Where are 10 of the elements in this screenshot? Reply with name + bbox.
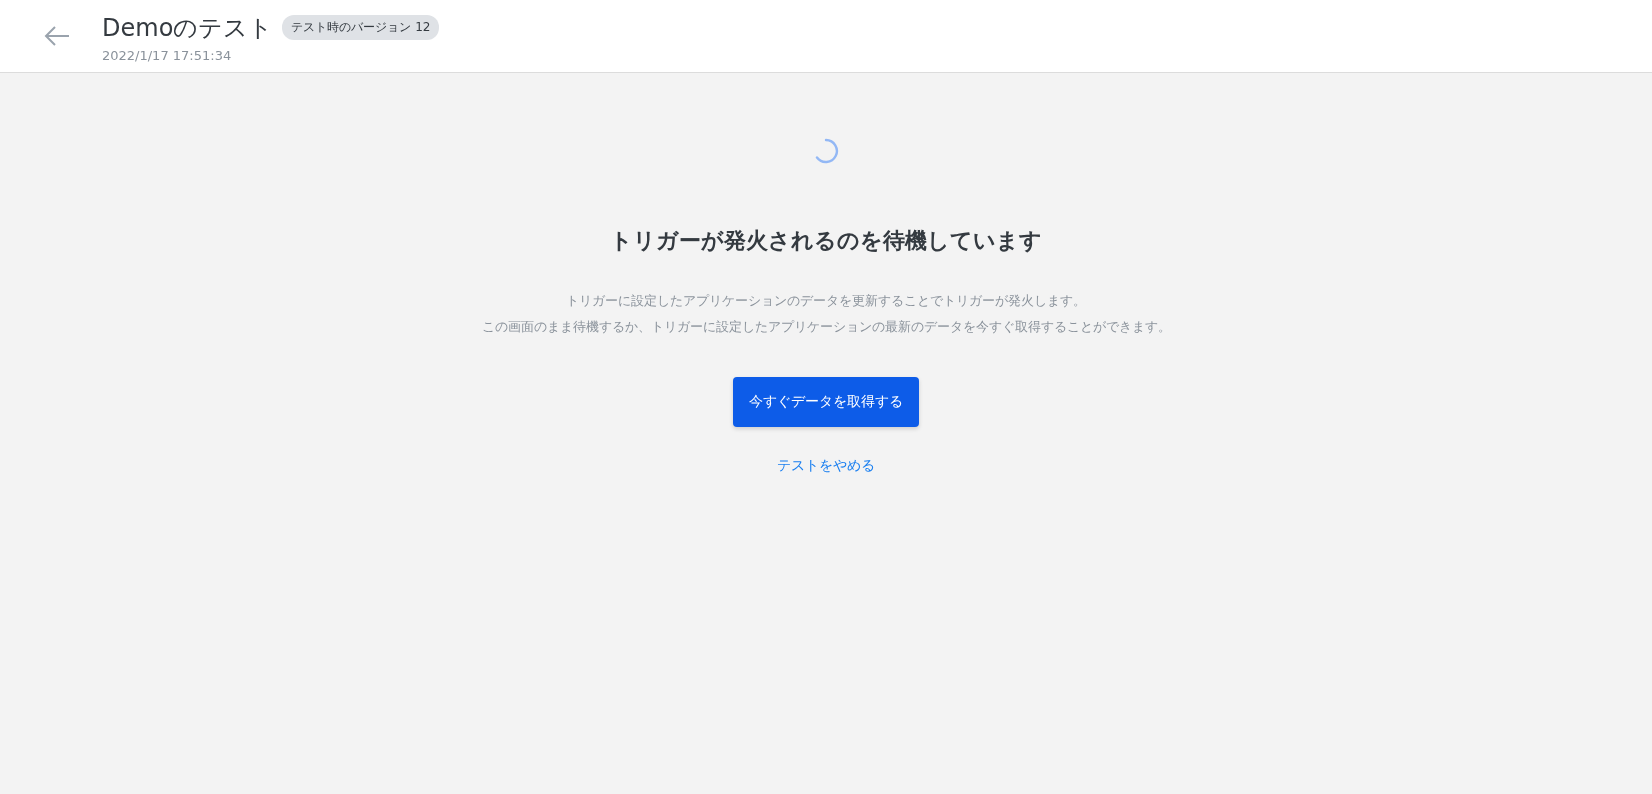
version-badge: テスト時のバージョン 12 <box>282 15 440 40</box>
timestamp: 2022/1/17 17:51:34 <box>102 47 233 63</box>
back-arrow-icon[interactable] <box>44 26 70 46</box>
loading-spinner-icon <box>813 138 839 164</box>
page-title: Demoのテスト <box>102 12 274 44</box>
waiting-heading: トリガーが発火されるのを待機しています <box>610 227 1042 255</box>
fetch-data-button[interactable]: 今すぐデータを取得する <box>733 377 919 427</box>
description-text: トリガーに設定したアプリケーションのデータを更新することでトリガーが発火します。 <box>566 292 1086 310</box>
stop-test-link[interactable]: テストをやめる <box>777 457 875 475</box>
description-text: この画面のまま待機するか、トリガーに設定したアプリケーションの最新のデータを今すぐ取得することができます。 <box>481 318 1171 336</box>
